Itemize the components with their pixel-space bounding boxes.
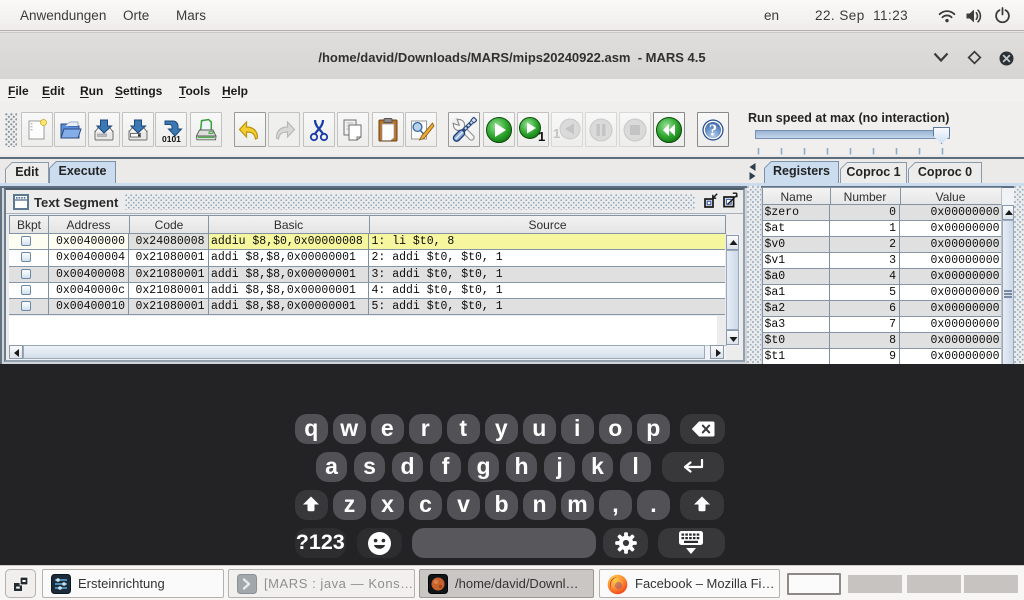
svg-text:1: 1: [538, 129, 545, 144]
svg-text:0101: 0101: [162, 134, 181, 143]
svg-text:1: 1: [553, 126, 560, 141]
svg-text:?: ?: [709, 120, 717, 139]
